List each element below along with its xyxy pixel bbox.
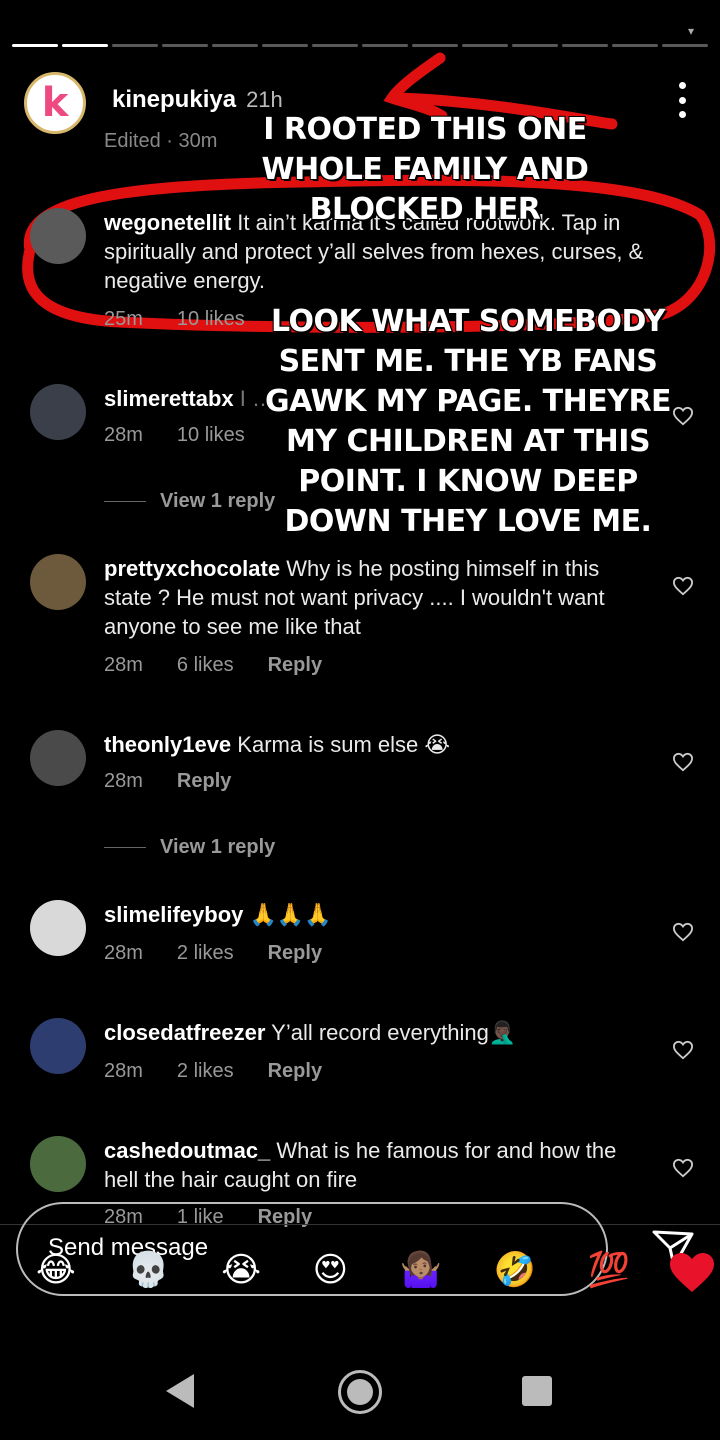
comment-time: 28m bbox=[104, 942, 143, 964]
comment-time: 25m bbox=[104, 308, 143, 330]
home-icon[interactable] bbox=[338, 1370, 382, 1414]
quick-reaction-emoji[interactable]: 🤷🏽‍♀️ bbox=[400, 1250, 442, 1290]
story-progress-bar bbox=[12, 44, 708, 48]
progress-segment bbox=[362, 44, 408, 47]
reply-button[interactable]: Reply bbox=[268, 654, 322, 677]
edited-label: Edited · 30m bbox=[104, 130, 218, 152]
system-navigation-bar bbox=[0, 1360, 720, 1420]
avatar[interactable] bbox=[30, 384, 86, 440]
like-heart-icon[interactable] bbox=[668, 1250, 716, 1294]
quick-reaction-emoji[interactable]: 😂 bbox=[36, 1250, 76, 1290]
avatar[interactable] bbox=[30, 1136, 86, 1192]
heart-icon[interactable] bbox=[672, 1040, 694, 1060]
comment-username[interactable]: slimerettabx bbox=[104, 386, 234, 411]
comment-likes[interactable]: 6 likes bbox=[177, 654, 234, 677]
quick-reaction-emoji[interactable]: 🤣 bbox=[494, 1250, 536, 1290]
progress-segment bbox=[412, 44, 458, 47]
comment-meta: 28m 2 likes Reply bbox=[104, 1060, 322, 1083]
avatar[interactable] bbox=[30, 554, 86, 610]
quick-reaction-emoji[interactable]: 😍 bbox=[313, 1250, 348, 1290]
progress-segment bbox=[162, 44, 208, 47]
quick-reaction-emoji[interactable]: 💀 bbox=[127, 1250, 169, 1290]
comment-username[interactable]: wegonetellit bbox=[104, 210, 231, 235]
progress-segment bbox=[62, 44, 108, 47]
avatar[interactable] bbox=[30, 900, 86, 956]
heart-icon[interactable] bbox=[672, 576, 694, 596]
quick-reactions: 😂 💀 😭 😍 🤷🏽‍♀️ 🤣 💯 bbox=[36, 1250, 630, 1290]
progress-segment bbox=[512, 44, 558, 47]
avatar-letter: k bbox=[41, 80, 69, 126]
comment-likes[interactable]: 2 likes bbox=[177, 1060, 234, 1083]
progress-segment bbox=[562, 44, 608, 47]
comment-time: 28m bbox=[104, 424, 143, 446]
progress-segment bbox=[612, 44, 658, 47]
quick-reaction-emoji[interactable]: 💯 bbox=[588, 1250, 630, 1290]
quick-reaction-emoji[interactable]: 😭 bbox=[221, 1250, 261, 1290]
comment-text: cashedoutmac_ What is he famous for and … bbox=[104, 1138, 617, 1192]
comment-username[interactable]: cashedoutmac_ bbox=[104, 1138, 270, 1163]
comment-likes[interactable]: 10 likes bbox=[177, 308, 245, 331]
heart-icon[interactable] bbox=[672, 1158, 694, 1178]
comment-meta: 28m 6 likes Reply bbox=[104, 654, 322, 677]
comment-meta: 28m 10 likes bbox=[104, 424, 245, 447]
progress-segment bbox=[262, 44, 308, 47]
comment-text: prettyxchocolate Why is he posting himse… bbox=[104, 556, 605, 639]
progress-segment bbox=[662, 44, 708, 47]
avatar[interactable] bbox=[30, 208, 86, 264]
progress-segment bbox=[462, 44, 508, 47]
comment-username[interactable]: prettyxchocolate bbox=[104, 556, 280, 581]
comment-username[interactable]: theonly1eve bbox=[104, 732, 231, 757]
avatar[interactable] bbox=[30, 1018, 86, 1074]
progress-segment bbox=[212, 44, 258, 47]
comment-meta: 28m 2 likes Reply bbox=[104, 942, 322, 965]
reply-button[interactable]: Reply bbox=[268, 1060, 322, 1083]
story-caption-main: LOOK WHAT SOMEBODY SENT ME. THE YB FANS … bbox=[264, 304, 672, 539]
story-avatar[interactable]: k bbox=[24, 72, 86, 134]
comment-meta: 25m 10 likes bbox=[104, 308, 245, 331]
story-time: 21h bbox=[246, 87, 283, 112]
comment-username[interactable]: slimelifeyboy bbox=[104, 902, 243, 927]
comment-time: 28m bbox=[104, 770, 143, 792]
progress-segment bbox=[12, 44, 58, 47]
comment-meta: 28m Reply bbox=[104, 770, 231, 793]
reply-button[interactable]: Reply bbox=[177, 770, 231, 793]
comment-likes[interactable]: 2 likes bbox=[177, 942, 234, 965]
comment-time: 28m bbox=[104, 1060, 143, 1082]
back-icon[interactable] bbox=[166, 1374, 194, 1408]
comment-likes[interactable]: 10 likes bbox=[177, 424, 245, 447]
heart-icon[interactable] bbox=[672, 922, 694, 942]
avatar[interactable] bbox=[30, 730, 86, 786]
comment-time: 28m bbox=[104, 654, 143, 676]
comment-username[interactable]: closedatfreezer bbox=[104, 1020, 265, 1045]
reply-button[interactable]: Reply bbox=[268, 942, 322, 965]
comment-text: theonly1eve Karma is sum else 😭 bbox=[104, 732, 451, 757]
heart-icon[interactable] bbox=[672, 752, 694, 772]
comment-text: slimelifeyboy 🙏🙏🙏 bbox=[104, 902, 332, 927]
chevron-down-icon: ▾ bbox=[687, 24, 694, 38]
progress-segment bbox=[312, 44, 358, 47]
story-caption-top: I ROOTED THIS ONE WHOLE FAMILY AND BLOCK… bbox=[261, 112, 589, 227]
comment-text: closedatfreezer Y’all record everything🤦… bbox=[104, 1020, 517, 1045]
progress-segment bbox=[112, 44, 158, 47]
more-options-icon[interactable] bbox=[674, 82, 690, 118]
view-replies-link[interactable]: View 1 reply bbox=[104, 836, 275, 859]
recent-apps-icon[interactable] bbox=[522, 1376, 552, 1406]
